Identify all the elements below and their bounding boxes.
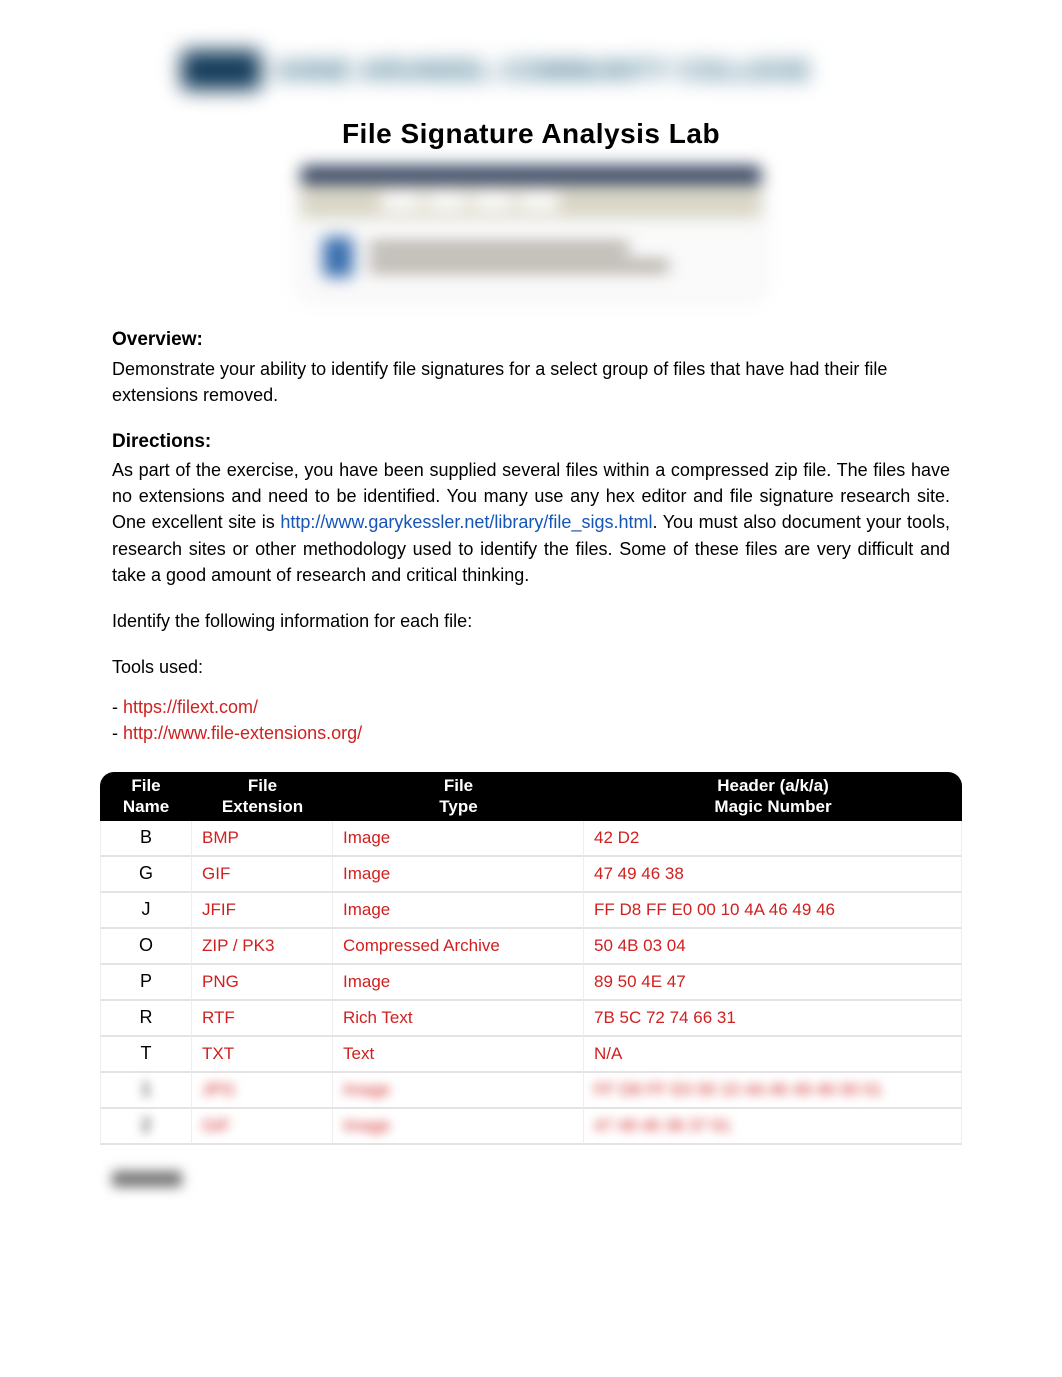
content-body: Overview: Demonstrate your ability to id… (112, 326, 950, 746)
reference-link[interactable]: http://www.garykessler.net/library/file_… (280, 512, 652, 532)
cell-file-name: P (100, 965, 192, 1001)
tools-heading: Tools used: (112, 654, 950, 680)
cell-file-name: O (100, 929, 192, 965)
cell-file-type: Image (333, 857, 584, 893)
cell-file-name: G (100, 857, 192, 893)
org-banner: ANNE ARUNDEL COMMUNITY COLLEGE (181, 40, 881, 100)
col-header-ext: File Extension (192, 772, 333, 821)
cell-file-type: Image (333, 821, 584, 857)
table-row: 2GIFImage47 49 46 38 37 61 (100, 1109, 962, 1145)
overview-heading: Overview: (112, 326, 950, 354)
tool-link-2[interactable]: http://www.file-extensions.org/ (123, 723, 362, 743)
cell-file-extension: GIF (192, 1109, 333, 1145)
cell-file-name: 1 (100, 1073, 192, 1109)
cell-file-type: Image (333, 965, 584, 1001)
cell-magic-number: N/A (584, 1037, 962, 1073)
cell-file-extension: GIF (192, 857, 333, 893)
directions-text: As part of the exercise, you have been s… (112, 457, 950, 587)
cell-magic-number: 47 49 46 38 (584, 857, 962, 893)
cell-file-type: Image (333, 1073, 584, 1109)
cell-file-name: J (100, 893, 192, 929)
directions-heading: Directions: (112, 428, 950, 456)
cell-magic-number: 89 50 4E 47 (584, 965, 962, 1001)
cell-file-extension: ZIP / PK3 (192, 929, 333, 965)
cell-magic-number: FF D8 FF E0 00 10 4A 46 49 46 (584, 893, 962, 929)
cell-file-name: B (100, 821, 192, 857)
figure-screenshot (301, 166, 761, 296)
file-icon (323, 237, 353, 277)
cell-file-name: 2 (100, 1109, 192, 1145)
table-row: BBMPImage42 D2 (100, 821, 962, 857)
table-row: TTXTTextN/A (100, 1037, 962, 1073)
table-row: RRTFRich Text7B 5C 72 74 66 31 (100, 1001, 962, 1037)
footer-text (112, 1171, 182, 1187)
cell-file-name: R (100, 1001, 192, 1037)
cell-file-type: Text (333, 1037, 584, 1073)
tool-link-1[interactable]: https://filext.com/ (123, 697, 258, 717)
cell-file-extension: BMP (192, 821, 333, 857)
cell-magic-number: 47 49 46 38 37 61 (584, 1109, 962, 1145)
org-logo-icon (181, 50, 261, 90)
overview-text: Demonstrate your ability to identify fil… (112, 356, 950, 408)
cell-file-name: T (100, 1037, 192, 1073)
table-header-row: File Name File Extension File Type Heade… (100, 772, 962, 821)
cell-file-type: Image (333, 1109, 584, 1145)
cell-file-type: Rich Text (333, 1001, 584, 1037)
document-page: ANNE ARUNDEL COMMUNITY COLLEGE File Sign… (0, 0, 1062, 1377)
table-row: PPNGImage89 50 4E 47 (100, 965, 962, 1001)
cell-file-type: Image (333, 893, 584, 929)
cell-file-extension: JPG (192, 1073, 333, 1109)
table-body: BBMPImage42 D2GGIFImage47 49 46 38JJFIFI… (100, 821, 962, 1145)
col-header-magic: Header (a/k/a) Magic Number (584, 772, 962, 821)
file-signature-table: File Name File Extension File Type Heade… (100, 772, 962, 1145)
cell-file-extension: RTF (192, 1001, 333, 1037)
table-row: GGIFImage47 49 46 38 (100, 857, 962, 893)
table-row: 1JPGImageFF D8 FF E0 00 10 4A 46 49 46 0… (100, 1073, 962, 1109)
cell-magic-number: 7B 5C 72 74 66 31 (584, 1001, 962, 1037)
col-header-name: File Name (100, 772, 192, 821)
cell-magic-number: 50 4B 03 04 (584, 929, 962, 965)
page-title: File Signature Analysis Lab (0, 118, 1062, 150)
cell-file-type: Compressed Archive (333, 929, 584, 965)
list-item: - https://filext.com/ (112, 694, 950, 720)
table-row: OZIP / PK3Compressed Archive50 4B 03 04 (100, 929, 962, 965)
identify-line: Identify the following information for e… (112, 608, 950, 634)
cell-magic-number: FF D8 FF E0 00 10 4A 46 49 46 00 01 (584, 1073, 962, 1109)
col-header-type: File Type (333, 772, 584, 821)
cell-file-extension: PNG (192, 965, 333, 1001)
table-row: JJFIFImageFF D8 FF E0 00 10 4A 46 49 46 (100, 893, 962, 929)
cell-magic-number: 42 D2 (584, 821, 962, 857)
cell-file-extension: TXT (192, 1037, 333, 1073)
list-item: - http://www.file-extensions.org/ (112, 720, 950, 746)
cell-file-extension: JFIF (192, 893, 333, 929)
org-name: ANNE ARUNDEL COMMUNITY COLLEGE (275, 55, 812, 86)
tools-list: - https://filext.com/ - http://www.file-… (112, 694, 950, 746)
